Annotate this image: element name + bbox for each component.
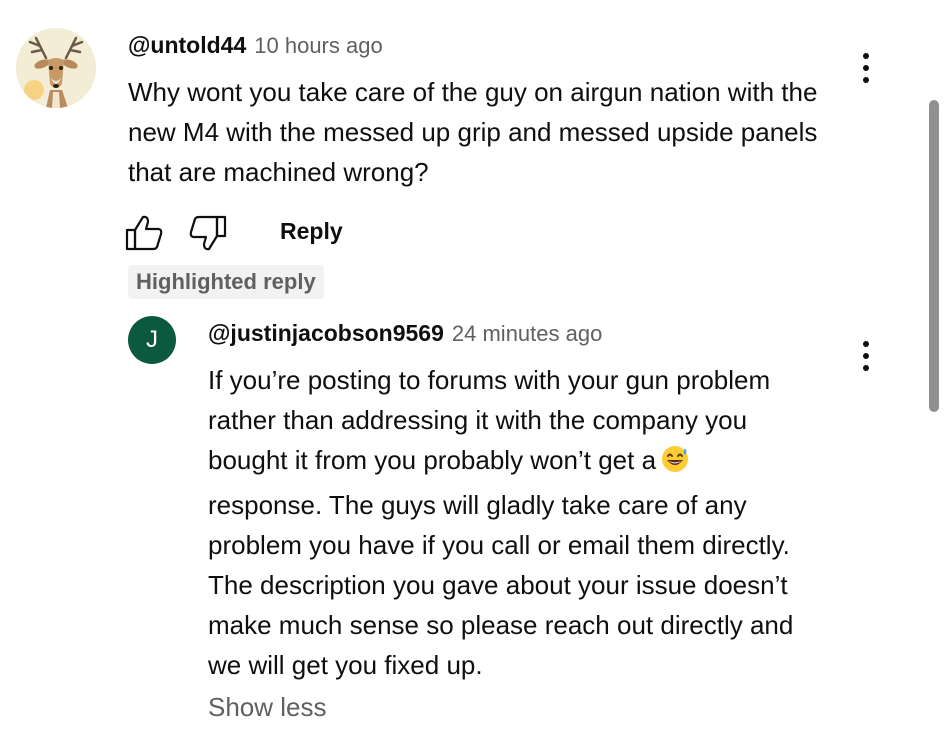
avatar[interactable] — [16, 28, 96, 108]
grinning-sweat-emoji-icon — [660, 444, 690, 485]
scrollbar-thumb[interactable] — [929, 100, 939, 412]
comment-text: Why wont you take care of the guy on air… — [128, 77, 818, 187]
reply-author[interactable]: @justinjacobson9569 — [208, 320, 444, 347]
comment-menu-button[interactable] — [854, 50, 878, 86]
reply-timestamp[interactable]: 24 minutes ago — [452, 321, 602, 347]
more-vertical-icon — [863, 53, 869, 59]
highlighted-reply-badge: Highlighted reply — [128, 265, 324, 299]
deer-avatar-icon — [16, 28, 96, 108]
show-less-button[interactable]: Show less — [208, 692, 327, 723]
reply-menu-button[interactable] — [854, 338, 878, 374]
reply-text: If you’re posting to forums with your gu… — [208, 360, 828, 685]
window-edge — [942, 0, 946, 742]
like-button[interactable] — [124, 214, 164, 257]
more-vertical-icon — [863, 341, 869, 347]
thumbs-up-icon — [125, 215, 163, 251]
comment-timestamp[interactable]: 10 hours ago — [254, 33, 382, 59]
reply-avatar[interactable]: J — [128, 316, 176, 364]
dislike-button[interactable] — [188, 214, 228, 257]
thumbs-down-icon — [189, 215, 227, 251]
comment-author[interactable]: @untold44 — [128, 32, 246, 59]
reply-button[interactable]: Reply — [280, 218, 343, 245]
avatar-letter: J — [146, 326, 158, 353]
comment-header: @untold44 10 hours ago — [128, 32, 383, 59]
reply-header: @justinjacobson9569 24 minutes ago — [208, 320, 602, 347]
reply-text-part2: response. The guys will gladly take care… — [208, 490, 794, 680]
